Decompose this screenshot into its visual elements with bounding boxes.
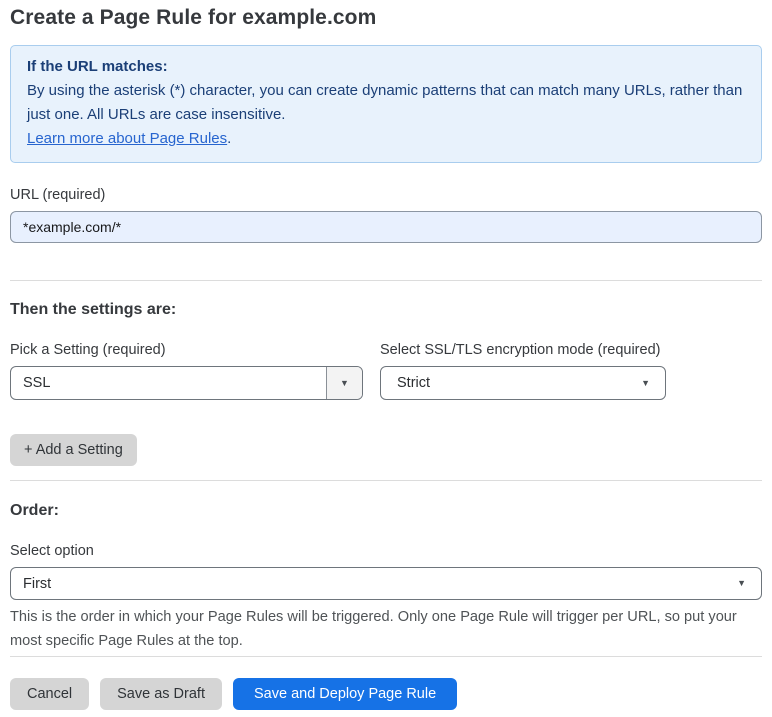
- save-deploy-button[interactable]: Save and Deploy Page Rule: [232, 678, 458, 710]
- chevron-down-icon: ▼: [641, 377, 650, 388]
- section-divider: [10, 280, 762, 281]
- mode-select-label: Select SSL/TLS encryption mode (required…: [380, 342, 661, 358]
- url-input[interactable]: [10, 211, 762, 243]
- order-section-heading: Order:: [10, 502, 59, 519]
- section-divider: [10, 656, 762, 657]
- ssl-mode-select[interactable]: Strict ▼: [380, 366, 666, 400]
- mode-select-value: Strict: [397, 375, 431, 391]
- order-select[interactable]: First ▼: [10, 567, 762, 600]
- chevron-down-icon: ▼: [737, 578, 746, 588]
- url-section: URL (required): [10, 187, 762, 243]
- settings-section-heading: Then the settings are:: [10, 301, 177, 318]
- setting-select-column: Pick a Setting (required) SSL ▼: [10, 342, 363, 400]
- footer-actions: Cancel Save as Draft Save and Deploy Pag…: [10, 678, 762, 710]
- url-field-label: URL (required): [10, 187, 106, 203]
- mode-select-column: Select SSL/TLS encryption mode (required…: [380, 342, 666, 400]
- info-box-body: By using the asterisk (*) character, you…: [27, 82, 743, 123]
- setting-select-label: Pick a Setting (required): [10, 342, 166, 358]
- save-draft-button[interactable]: Save as Draft: [100, 678, 222, 710]
- order-help-text: This is the order in which your Page Rul…: [10, 609, 737, 649]
- info-box-heading: If the URL matches:: [27, 58, 168, 75]
- learn-more-link[interactable]: Learn more about Page Rules: [27, 130, 227, 147]
- order-section: Select option First ▼ This is the order …: [10, 543, 762, 653]
- setting-select[interactable]: SSL ▼: [10, 366, 363, 400]
- link-period: .: [227, 130, 232, 147]
- url-match-info-box: If the URL matches: By using the asteris…: [10, 45, 762, 163]
- setting-select-value: SSL: [23, 375, 51, 391]
- setting-select-arrow-segment: ▼: [326, 367, 362, 399]
- chevron-down-icon: ▼: [340, 377, 349, 388]
- settings-row: Pick a Setting (required) SSL ▼ Select S…: [10, 342, 762, 400]
- order-select-label: Select option: [10, 543, 94, 559]
- info-box-link-line: Learn more about Page Rules.: [27, 127, 745, 151]
- cancel-button[interactable]: Cancel: [10, 678, 90, 710]
- section-divider: [10, 480, 762, 481]
- add-setting-button[interactable]: + Add a Setting: [10, 434, 137, 466]
- page-title: Create a Page Rule for example.com: [10, 6, 377, 29]
- page-rule-form: Create a Page Rule for example.com If th…: [0, 6, 772, 710]
- order-select-value: First: [23, 575, 52, 592]
